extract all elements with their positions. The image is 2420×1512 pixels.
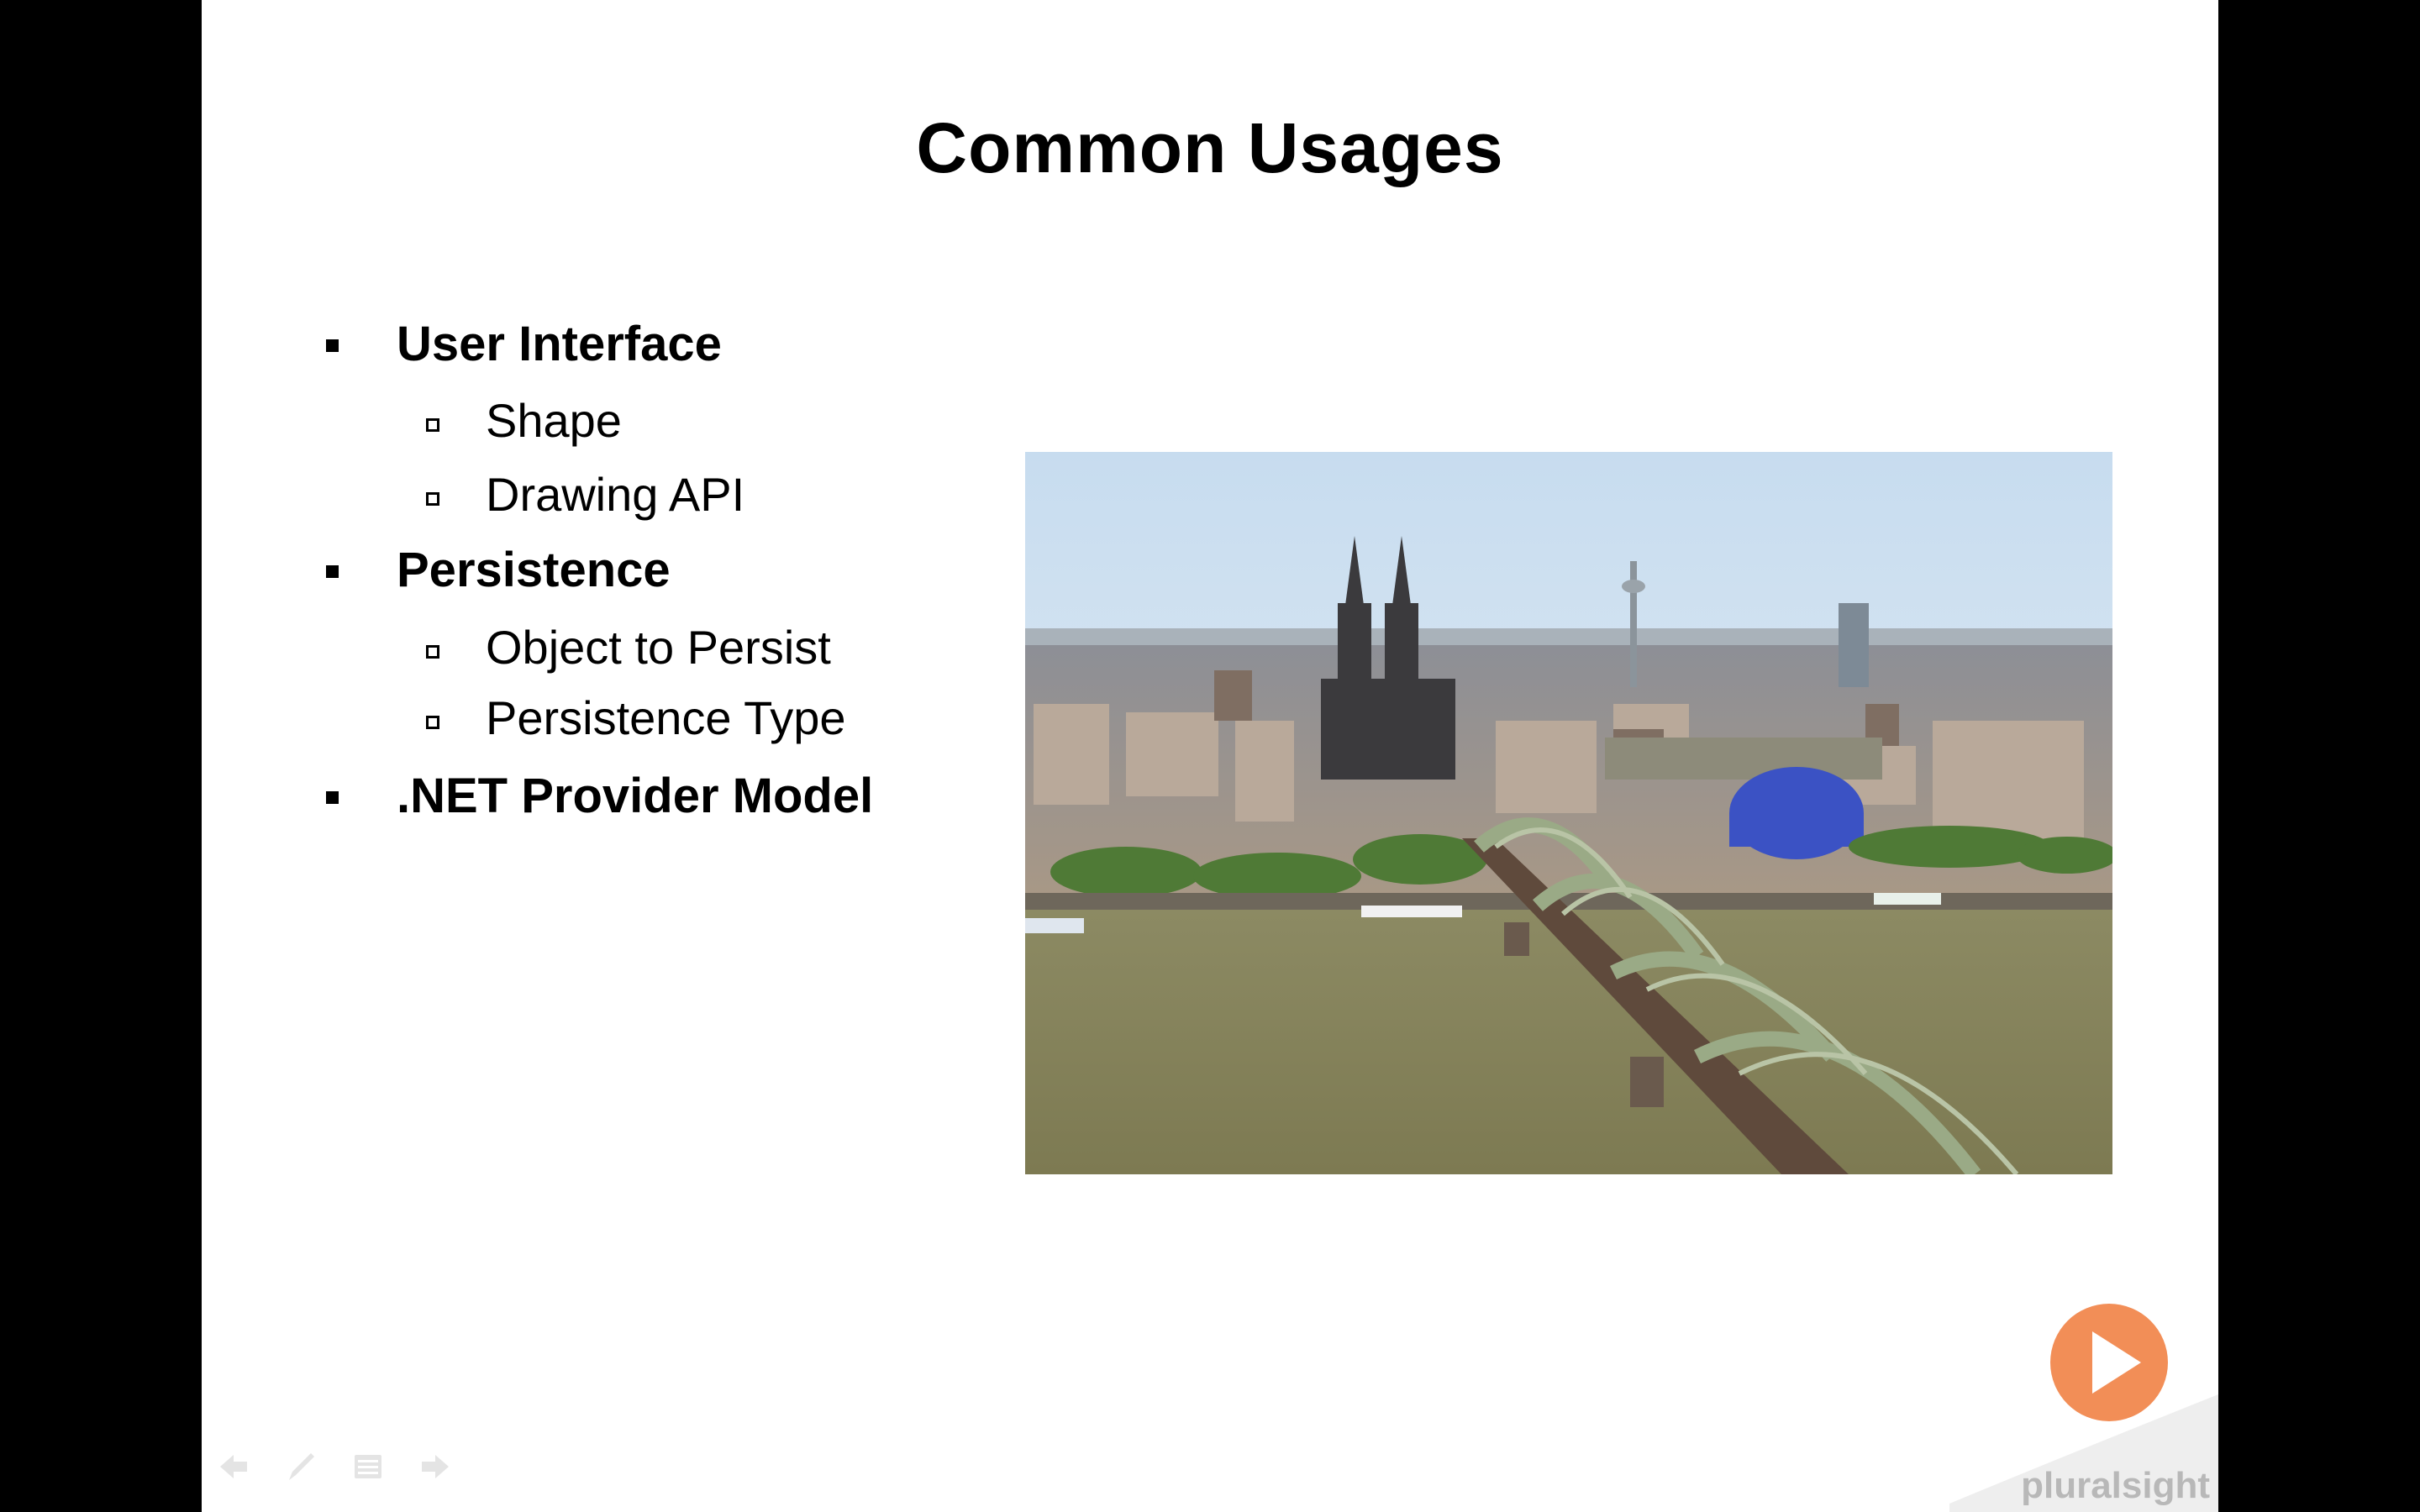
bullet-text: Object to Persist bbox=[486, 621, 831, 674]
hollow-square-bullet-icon bbox=[426, 492, 439, 506]
bullet-text: Persistence Type bbox=[486, 691, 846, 744]
bullet-text: Shape bbox=[486, 394, 622, 447]
slide: Common Usages User Interface Shape Drawi… bbox=[202, 0, 2218, 1512]
bullet-item: Drawing API bbox=[426, 467, 745, 522]
hollow-square-bullet-icon bbox=[426, 645, 439, 659]
pluralsight-logo: pluralsight bbox=[1949, 1294, 2218, 1512]
slide-title: Common Usages bbox=[916, 108, 1504, 187]
logo-text: pluralsight bbox=[2021, 1465, 2210, 1506]
menu-icon[interactable] bbox=[351, 1450, 385, 1483]
bullet-item: User Interface bbox=[326, 316, 722, 372]
bullet-item: Persistence Type bbox=[426, 690, 846, 745]
bullet-text: Drawing API bbox=[486, 468, 745, 521]
hollow-square-bullet-icon bbox=[426, 716, 439, 729]
bullet-text: Persistence bbox=[397, 543, 671, 597]
hollow-square-bullet-icon bbox=[426, 418, 439, 432]
bullet-item: Object to Persist bbox=[426, 620, 831, 675]
square-bullet-icon bbox=[326, 339, 339, 352]
pen-icon[interactable] bbox=[284, 1450, 318, 1483]
bullet-item: .NET Provider Model bbox=[326, 768, 874, 824]
slide-nav-controls bbox=[217, 1448, 452, 1485]
square-bullet-icon bbox=[326, 791, 339, 804]
square-bullet-icon bbox=[326, 565, 339, 578]
back-arrow-icon[interactable] bbox=[217, 1450, 250, 1483]
bullet-text: .NET Provider Model bbox=[397, 769, 874, 823]
forward-arrow-icon[interactable] bbox=[418, 1450, 452, 1483]
city-bridge-photo bbox=[1025, 452, 2112, 1174]
bullet-text: User Interface bbox=[397, 317, 722, 371]
bullet-item: Shape bbox=[426, 393, 622, 448]
bullet-item: Persistence bbox=[326, 542, 671, 598]
